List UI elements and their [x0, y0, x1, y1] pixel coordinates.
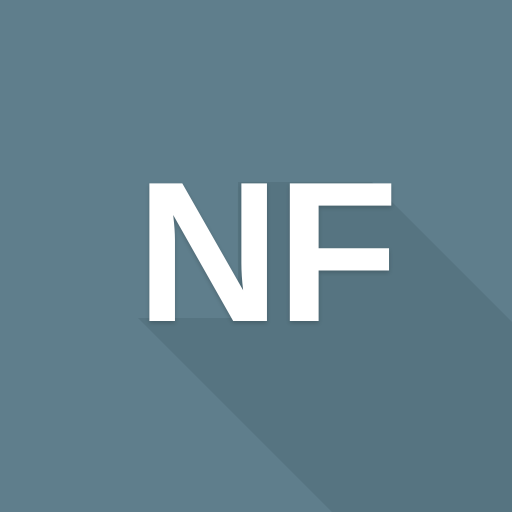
app-monogram: NF [136, 141, 399, 364]
app-icon-tile: NF [0, 0, 512, 512]
